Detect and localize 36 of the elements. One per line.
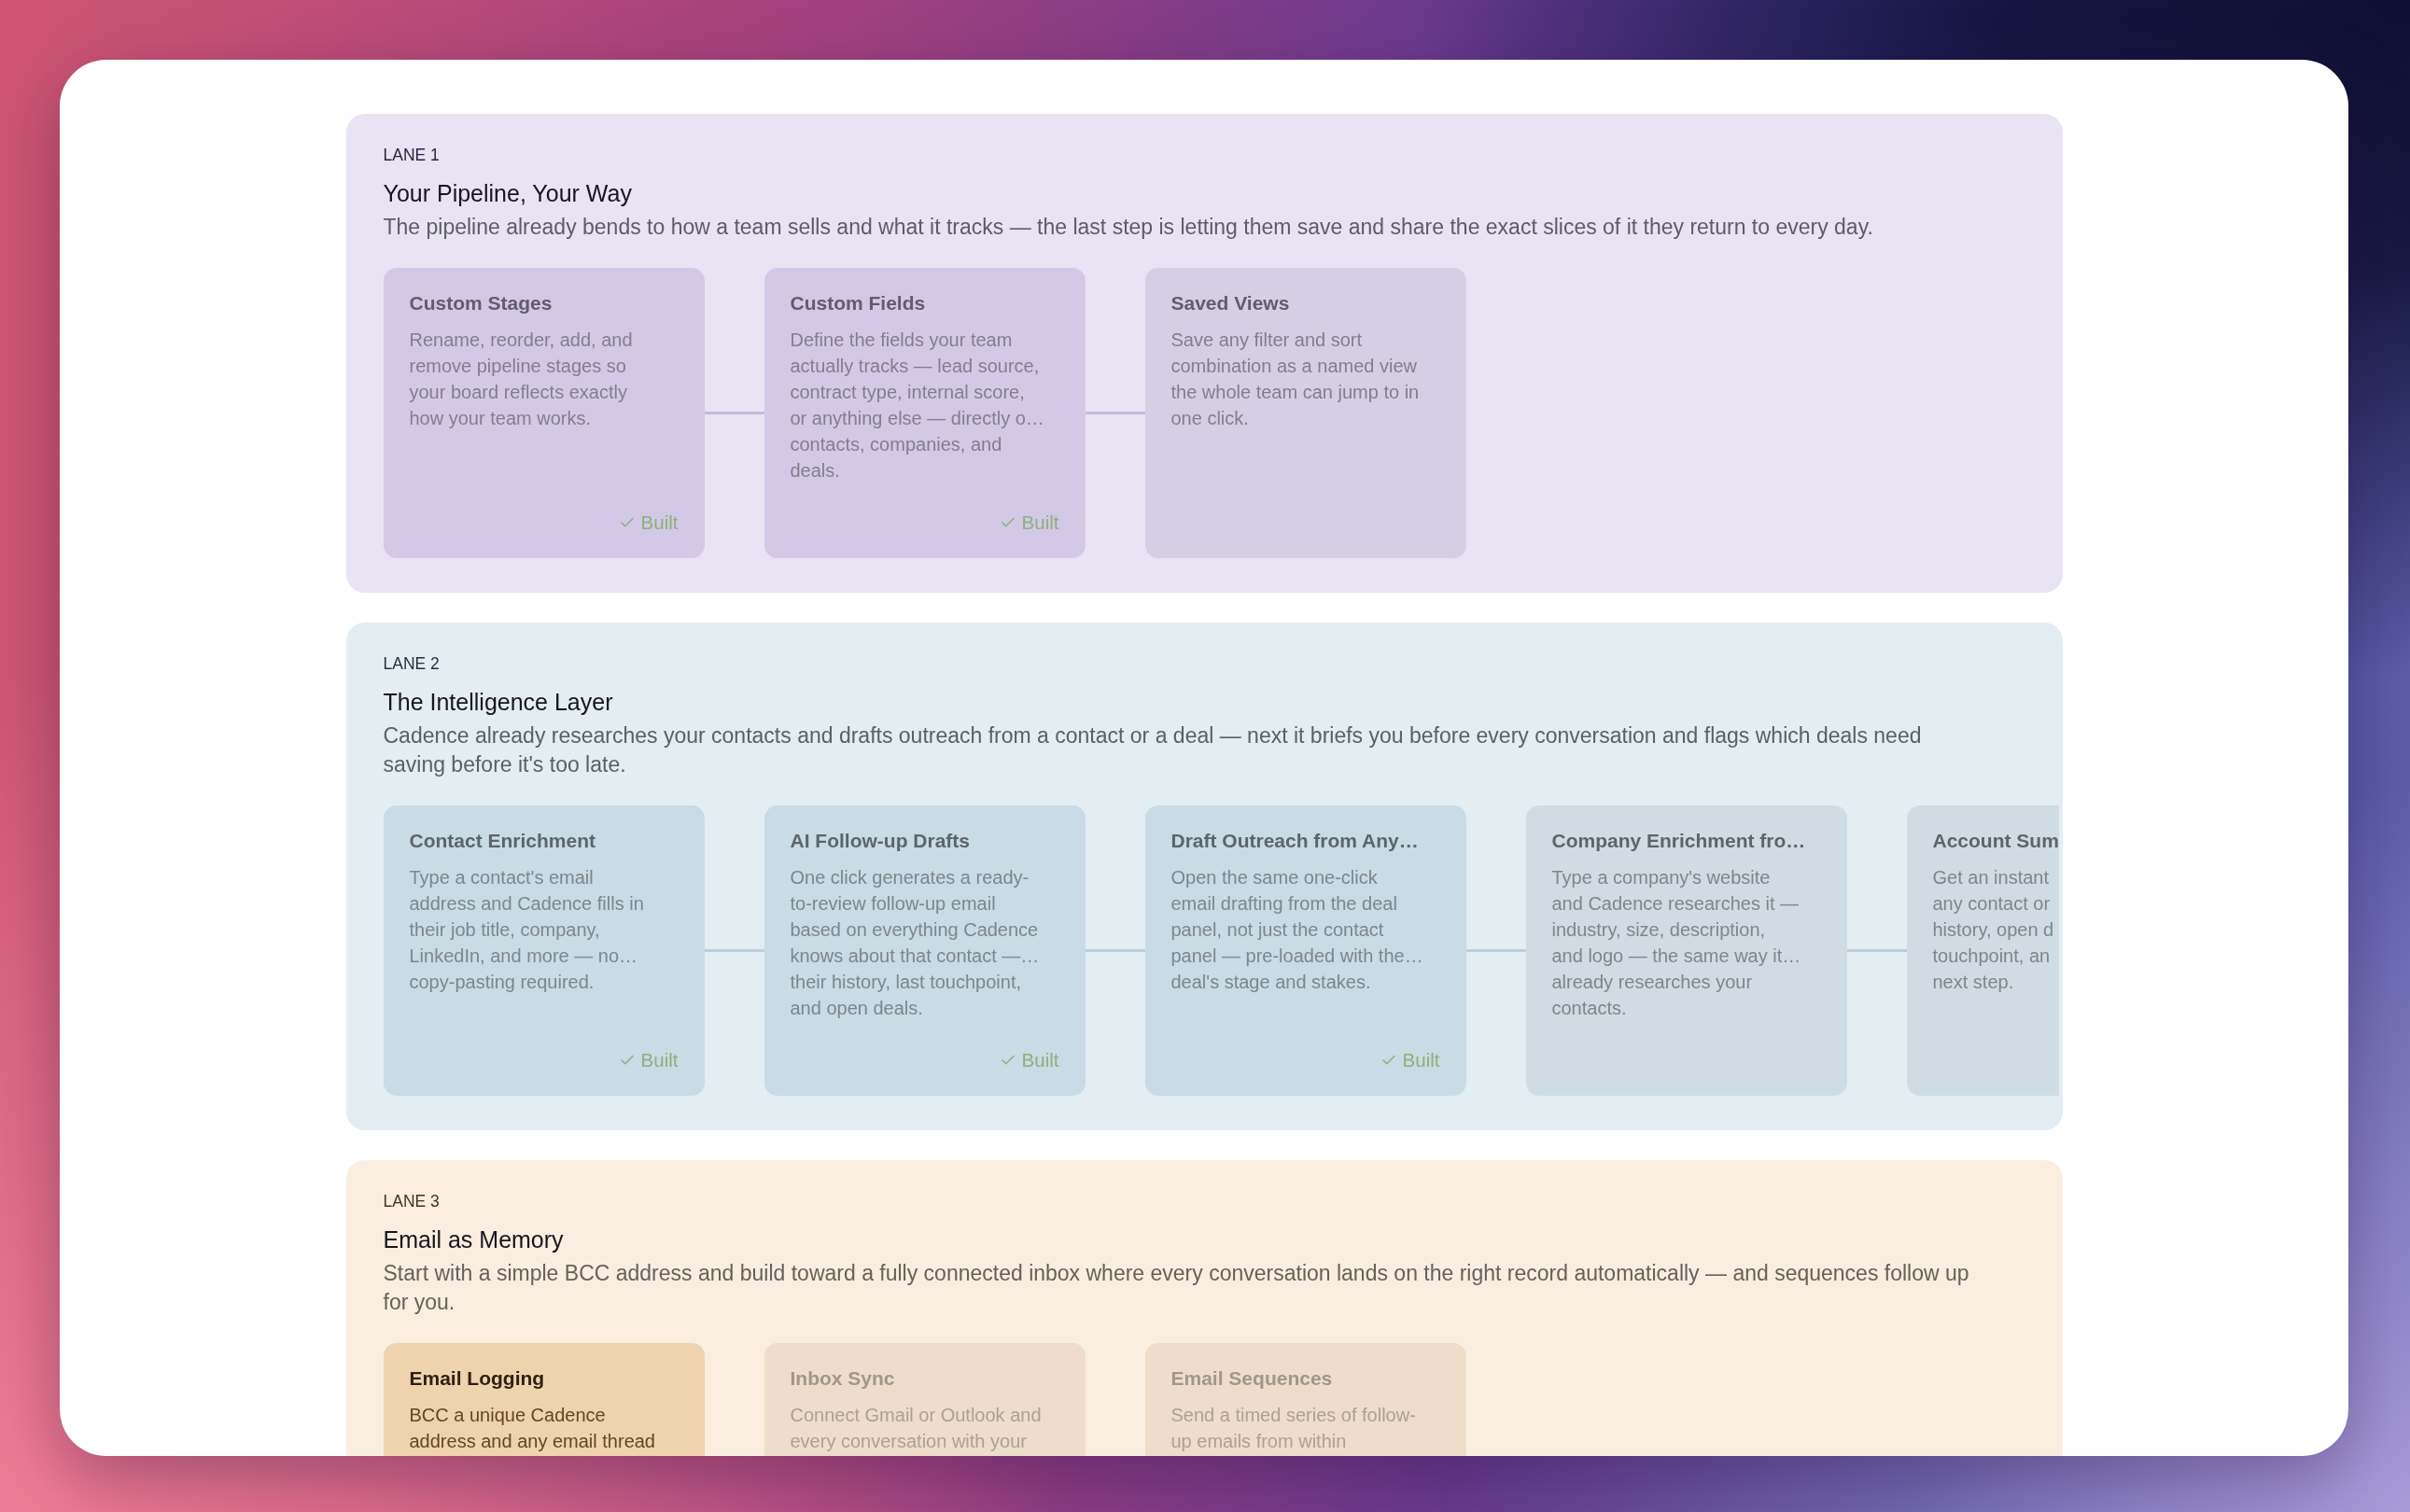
lane-description: The pipeline already bends to how a team sells and what it tracks — the last step is letting them save and share the exact slices of it they return to every day. <box>383 214 1873 241</box>
card-description: Rename, reorder, add, and remove pipeline stages so your board reflects exactly how your team works. <box>409 329 634 430</box>
lane-label: LANE 3 <box>383 1191 440 1211</box>
card-description: Open the same one-click email drafting from the deal panel, not just the contact panel — pre-loaded with the… deal's stage and stakes. <box>1170 866 1424 994</box>
lane-label: LANE 1 <box>383 145 440 165</box>
card-title: Saved Views <box>1170 291 1291 315</box>
card-description: Connect Gmail or Outlook and every conversation with your <box>790 1404 1043 1453</box>
card-description: Define the fields your team actually tracks — lead source, contract type, internal score, or anything else — directly o… contacts, companies, and deals. <box>790 329 1045 483</box>
card-title: Account Sum <box>1932 829 2059 853</box>
card-description: One click generates a ready- to-review follow-up email based on everything Cadence knows about that contact —… their history, last touchpoint, and open deals. <box>790 866 1041 1020</box>
lane-title: Your Pipeline, Your Way <box>383 179 632 208</box>
card-description: Send a timed series of follow- up emails from within <box>1170 1404 1417 1453</box>
card-title: Contact Enrichment <box>409 829 597 853</box>
card-description: Type a contact's email address and Cadence fills in their job title, company, LinkedIn, and more — no… copy-pasting required. <box>409 866 645 994</box>
card-description: Get an instant any contact or history, open d touchpoint, an next step. <box>1932 866 2055 994</box>
lane-label: LANE 2 <box>383 653 440 674</box>
card-title: Draft Outreach from Any… <box>1170 829 1420 853</box>
card-title: Inbox Sync <box>790 1366 896 1391</box>
card-description: BCC a unique Cadence address and any email thread <box>409 1404 656 1453</box>
lane-title: The Intelligence Layer <box>383 688 613 717</box>
status-label: Built <box>1402 1048 1440 1072</box>
card-title: Custom Stages <box>409 291 553 315</box>
status-label: Built <box>1021 511 1059 535</box>
card-description: Type a company's website and Cadence researches it — industry, size, description, and logo — the same way it… already researches your contacts. <box>1551 866 1802 1020</box>
card-description: Save any filter and sort combination as a named view the whole team can jump to in one click. <box>1170 329 1421 430</box>
status-label: Built <box>640 1048 679 1072</box>
card-title: Email Sequences <box>1170 1366 1334 1391</box>
status-label: Built <box>640 511 679 535</box>
lane-description: Cadence already researches your contacts and drafts outreach from a contact or a deal — next it briefs you before every conversation and flags which deals need saving before it's too late. <box>383 722 1922 778</box>
card-title: Custom Fields <box>790 291 927 315</box>
status-label: Built <box>1021 1048 1059 1072</box>
card-title: Company Enrichment fro… <box>1551 829 1807 853</box>
lane-description: Start with a simple BCC address and build toward a fully connected inbox where every conversation lands on the right record automatically — and sequences follow up for you. <box>383 1260 1969 1316</box>
card-title: AI Follow-up Drafts <box>790 829 971 853</box>
lane-title: Email as Memory <box>383 1225 564 1254</box>
card-title: Email Logging <box>409 1366 546 1391</box>
